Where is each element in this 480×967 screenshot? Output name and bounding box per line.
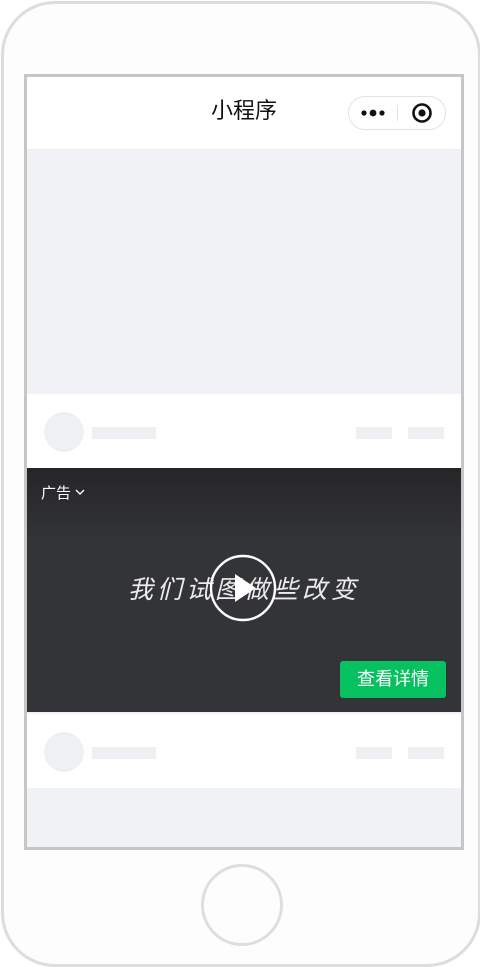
tag-placeholder	[356, 747, 392, 759]
tag-placeholder	[408, 747, 444, 759]
banner-placeholder	[27, 150, 461, 393]
list-item-placeholder	[27, 394, 461, 468]
exit-button[interactable]	[399, 97, 445, 129]
text-placeholder	[92, 427, 156, 439]
ad-label-text: 广告	[41, 483, 72, 502]
target-circle-icon	[412, 103, 432, 123]
capsule-menu	[348, 96, 446, 130]
ad-label[interactable]: 广告	[41, 482, 85, 502]
avatar-placeholder	[44, 412, 84, 452]
play-circle-icon[interactable]	[209, 554, 277, 622]
more-dots-icon	[361, 109, 385, 117]
tag-placeholder	[408, 427, 444, 439]
phone-frame: 小程序 广告 查看详情	[1, 1, 480, 967]
miniprogram-screen: 小程序 广告 查看详情	[24, 74, 464, 850]
tag-placeholder	[356, 427, 392, 439]
chevron-down-icon	[75, 489, 85, 495]
list-item-placeholder	[27, 714, 461, 788]
capsule-divider	[397, 105, 398, 121]
navigation-bar: 小程序	[27, 77, 461, 150]
avatar-placeholder	[44, 732, 84, 772]
home-button[interactable]	[201, 864, 283, 946]
more-button[interactable]	[349, 97, 397, 129]
text-placeholder	[92, 747, 156, 759]
video-ad[interactable]: 广告 我们试图做些改变 查看详情	[27, 468, 461, 712]
view-details-button[interactable]: 查看详情	[340, 661, 446, 698]
